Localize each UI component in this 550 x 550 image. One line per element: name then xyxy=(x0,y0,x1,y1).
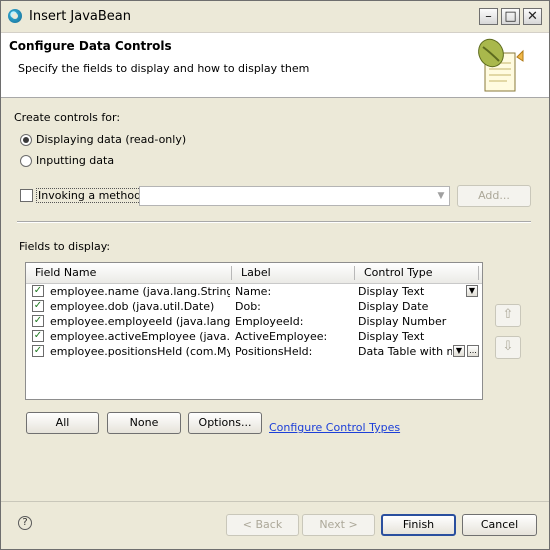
wizard-header: Configure Data Controls Specify the fiel… xyxy=(1,33,549,98)
back-button-label: < Back xyxy=(242,518,283,531)
method-combo[interactable]: ▼ xyxy=(139,186,450,206)
row-label: ActiveEmployee: xyxy=(235,330,328,343)
table-row[interactable]: ✓ employee.positionsHeld (com.MyCompany.… xyxy=(26,344,482,359)
column-divider xyxy=(231,266,232,280)
arrow-down-icon: ⇩ xyxy=(502,339,514,354)
table-row[interactable]: ✓ employee.employeeId (java.lang.Integer… xyxy=(26,314,482,329)
row-field-name: employee.positionsHeld (com.MyCompany.Po… xyxy=(50,345,230,358)
column-label[interactable]: Label xyxy=(241,266,271,279)
chevron-down-icon[interactable]: ▼ xyxy=(466,285,478,297)
inputting-data-label[interactable]: Inputting data xyxy=(36,154,114,167)
create-controls-label: Create controls for: xyxy=(14,111,121,124)
add-button-label: Add... xyxy=(478,189,510,202)
row-checkbox[interactable]: ✓ xyxy=(32,315,44,327)
row-checkbox[interactable]: ✓ xyxy=(32,285,44,297)
table-row[interactable]: ✓ employee.name (java.lang.String) Name:… xyxy=(26,284,482,299)
row-control-type: Display Number xyxy=(358,315,447,328)
row-control-type: Display Text xyxy=(358,330,425,343)
row-field-name: employee.activeEmployee (java.lang.Boole… xyxy=(50,330,230,343)
radio-inputting-data[interactable] xyxy=(20,155,32,167)
row-field-name: employee.name (java.lang.String) xyxy=(50,285,230,298)
page-description: Specify the fields to display and how to… xyxy=(18,62,310,75)
page-title: Configure Data Controls xyxy=(9,39,172,53)
column-control-type[interactable]: Control Type xyxy=(364,266,433,279)
column-field-name[interactable]: Field Name xyxy=(35,266,96,279)
invoke-method-label[interactable]: Invoking a method: xyxy=(36,188,147,203)
finish-button-label: Finish xyxy=(402,518,435,531)
all-button-label: All xyxy=(55,416,70,429)
ellipsis-icon[interactable]: ... xyxy=(467,345,479,357)
chevron-down-icon[interactable]: ▼ xyxy=(453,345,465,357)
options-button-label: Options... xyxy=(198,416,252,429)
row-checkbox[interactable]: ✓ xyxy=(32,330,44,342)
window-title: Insert JavaBean xyxy=(29,9,132,24)
options-button[interactable]: Options... xyxy=(188,412,262,434)
eclipse-icon xyxy=(8,9,22,23)
row-label: Name: xyxy=(235,285,272,298)
none-button-label: None xyxy=(129,416,159,429)
row-control-type: Display Text xyxy=(358,285,425,298)
maximize-icon: □ xyxy=(504,9,517,24)
none-button[interactable]: None xyxy=(107,412,181,434)
fields-label: Fields to display: xyxy=(19,240,111,253)
row-label: EmployeeId: xyxy=(235,315,304,328)
move-down-button[interactable]: ⇩ xyxy=(495,336,521,359)
row-control-type: Display Date xyxy=(358,300,429,313)
row-label: PositionsHeld: xyxy=(235,345,313,358)
displaying-data-label[interactable]: Displaying data (read-only) xyxy=(36,133,186,146)
row-checkbox[interactable]: ✓ xyxy=(32,300,44,312)
next-button[interactable]: Next > xyxy=(302,514,375,536)
minimize-icon: – xyxy=(485,9,492,24)
row-field-name: employee.employeeId (java.lang.Integer) xyxy=(50,315,230,328)
javabean-wizard-icon xyxy=(478,38,524,92)
minimize-button[interactable]: – xyxy=(479,8,498,25)
insert-javabean-dialog: Insert JavaBean – □ ✕ Configure Data Con… xyxy=(0,0,550,550)
row-checkbox[interactable]: ✓ xyxy=(32,345,44,357)
finish-button[interactable]: Finish xyxy=(381,514,456,536)
configure-control-types-link[interactable]: Configure Control Types xyxy=(269,421,400,434)
close-icon: ✕ xyxy=(527,9,538,24)
table-row[interactable]: ✓ employee.activeEmployee (java.lang.Boo… xyxy=(26,329,482,344)
row-label: Dob: xyxy=(235,300,261,313)
separator xyxy=(17,221,531,223)
column-divider xyxy=(478,266,479,280)
invoke-method-checkbox[interactable] xyxy=(20,189,33,202)
cancel-button[interactable]: Cancel xyxy=(462,514,537,536)
title-bar: Insert JavaBean – □ ✕ xyxy=(1,1,549,33)
close-button[interactable]: ✕ xyxy=(523,8,542,25)
table-row[interactable]: ✓ employee.dob (java.util.Date) Dob: Dis… xyxy=(26,299,482,314)
help-icon[interactable]: ? xyxy=(18,516,32,530)
fields-table[interactable]: Field Name Label Control Type ✓ employee… xyxy=(25,262,483,400)
chevron-down-icon[interactable]: ▼ xyxy=(434,188,448,204)
row-control-type: Data Table with multiple columns xyxy=(358,345,452,358)
row-field-name: employee.dob (java.util.Date) xyxy=(50,300,215,313)
move-up-button[interactable]: ⇧ xyxy=(495,304,521,327)
table-header: Field Name Label Control Type xyxy=(26,263,482,284)
maximize-button[interactable]: □ xyxy=(501,8,520,25)
radio-displaying-data[interactable] xyxy=(20,134,32,146)
arrow-up-icon: ⇧ xyxy=(502,307,514,322)
next-button-label: Next > xyxy=(319,518,358,531)
separator xyxy=(1,501,549,502)
cancel-button-label: Cancel xyxy=(480,518,519,531)
all-button[interactable]: All xyxy=(26,412,99,434)
back-button[interactable]: < Back xyxy=(226,514,299,536)
add-button[interactable]: Add... xyxy=(457,185,531,207)
column-divider xyxy=(354,266,355,280)
